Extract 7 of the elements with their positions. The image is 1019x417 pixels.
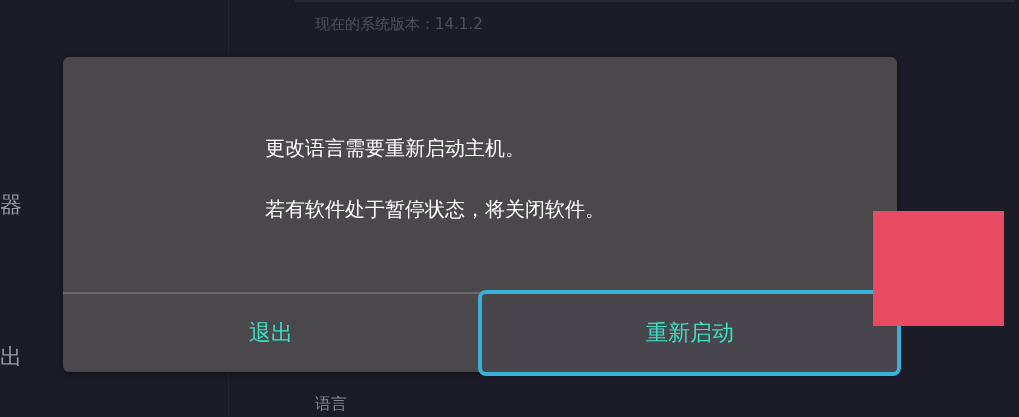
- sidebar-item[interactable]: 出: [0, 342, 22, 372]
- dialog-button[interactable]: 退出: [63, 294, 478, 372]
- dialog-message: 若有软件处于暂停状态，将关闭软件。: [265, 196, 606, 223]
- section-label: 语言: [315, 394, 348, 415]
- sidebar-item[interactable]: 器: [0, 190, 22, 220]
- dialog-button[interactable]: 重新启动: [478, 290, 901, 376]
- dialog-message: 更改语言需要重新启动主机。: [265, 135, 526, 162]
